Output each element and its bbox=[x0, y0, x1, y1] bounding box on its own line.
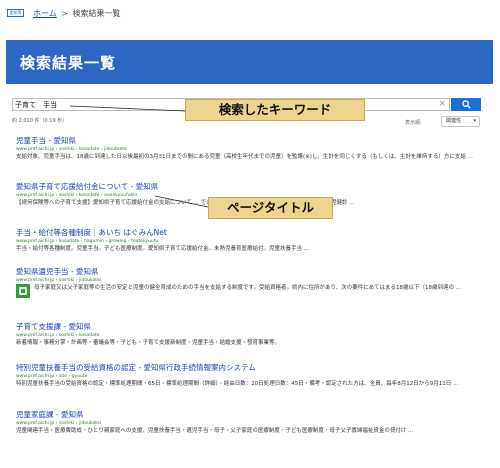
keyword-pointer-line bbox=[69, 105, 186, 112]
title-pointer-line bbox=[154, 195, 209, 208]
callout-pointer-lines bbox=[69, 105, 209, 208]
page-title-callout: ページタイトル bbox=[208, 197, 333, 219]
keyword-callout: 検索したキーワード bbox=[185, 99, 365, 121]
